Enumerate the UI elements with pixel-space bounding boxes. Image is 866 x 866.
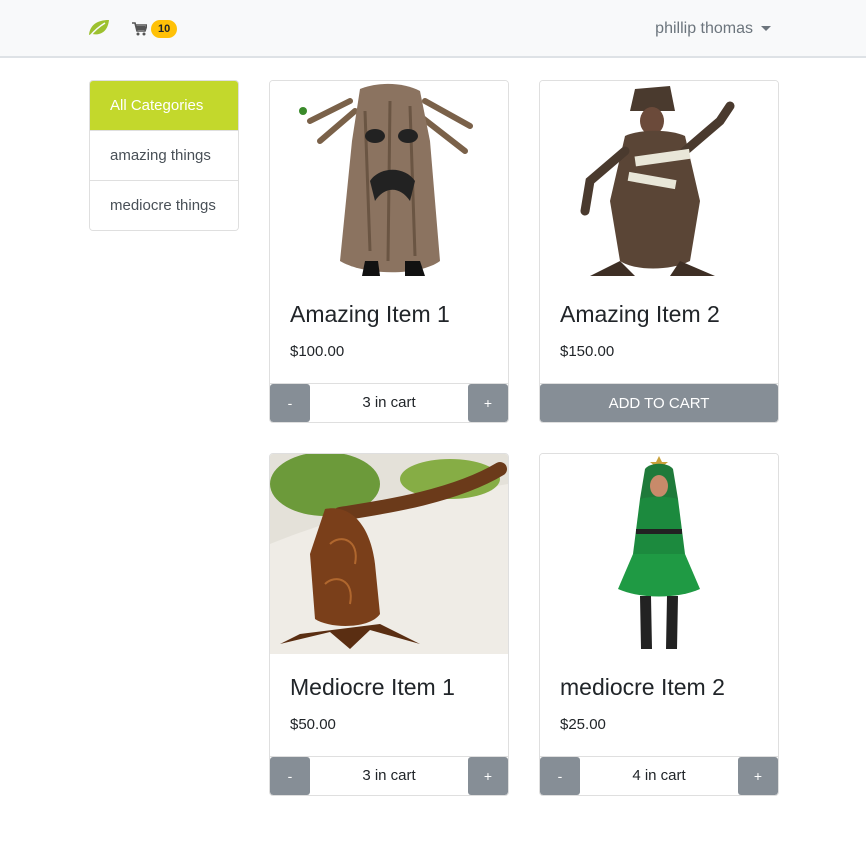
category-amazing-things[interactable]: amazing things	[90, 130, 238, 180]
product-card: Amazing Item 2 $150.00 ADD TO CART	[539, 80, 779, 423]
increase-quantity-button[interactable]: +	[738, 757, 778, 795]
cart-quantity-control: - 4 in cart +	[540, 756, 778, 795]
caret-down-icon	[761, 25, 771, 31]
product-price: $100.00	[290, 343, 345, 360]
tree-costume-image[interactable]	[540, 81, 778, 281]
tree-costume-image[interactable]	[270, 454, 508, 654]
product-title[interactable]: Mediocre Item 1	[290, 674, 455, 701]
decrease-quantity-button[interactable]: -	[270, 384, 310, 422]
category-mediocre-things[interactable]: mediocre things	[90, 180, 238, 230]
quantity-in-cart: 3 in cart	[362, 767, 416, 784]
product-card: Mediocre Item 1 $50.00 - 3 in cart +	[269, 453, 509, 796]
category-all[interactable]: All Categories	[90, 81, 238, 130]
product-price: $25.00	[560, 716, 606, 733]
add-to-cart-button[interactable]: ADD TO CART	[540, 384, 778, 422]
user-menu-dropdown[interactable]: phillip thomas	[655, 18, 771, 40]
cart-quantity-control: - 3 in cart +	[270, 383, 508, 422]
product-card: mediocre Item 2 $25.00 - 4 in cart +	[539, 453, 779, 796]
top-navbar: 10 phillip thomas	[0, 0, 866, 58]
christmas-tree-dress-image[interactable]	[540, 454, 778, 654]
tree-costume-image[interactable]	[270, 81, 508, 281]
product-title[interactable]: mediocre Item 2	[560, 674, 725, 701]
quantity-in-cart: 4 in cart	[632, 767, 686, 784]
product-price: $150.00	[560, 343, 615, 360]
leaf-icon[interactable]	[87, 18, 111, 38]
cart-quantity-control: - 3 in cart +	[270, 756, 508, 795]
category-list: All Categories amazing things mediocre t…	[89, 80, 239, 231]
user-name: phillip thomas	[655, 20, 753, 37]
decrease-quantity-button[interactable]: -	[270, 757, 310, 795]
product-title[interactable]: Amazing Item 1	[290, 301, 450, 328]
quantity-in-cart: 3 in cart	[362, 394, 416, 411]
decrease-quantity-button[interactable]: -	[540, 757, 580, 795]
add-to-cart-footer: ADD TO CART	[540, 383, 778, 422]
shopping-cart-icon	[132, 22, 147, 36]
cart-link[interactable]: 10	[132, 18, 178, 40]
cart-count-badge: 10	[151, 20, 178, 38]
product-card: Amazing Item 1 $100.00 - 3 in cart +	[269, 80, 509, 423]
increase-quantity-button[interactable]: +	[468, 384, 508, 422]
product-price: $50.00	[290, 716, 336, 733]
increase-quantity-button[interactable]: +	[468, 757, 508, 795]
product-title[interactable]: Amazing Item 2	[560, 301, 720, 328]
